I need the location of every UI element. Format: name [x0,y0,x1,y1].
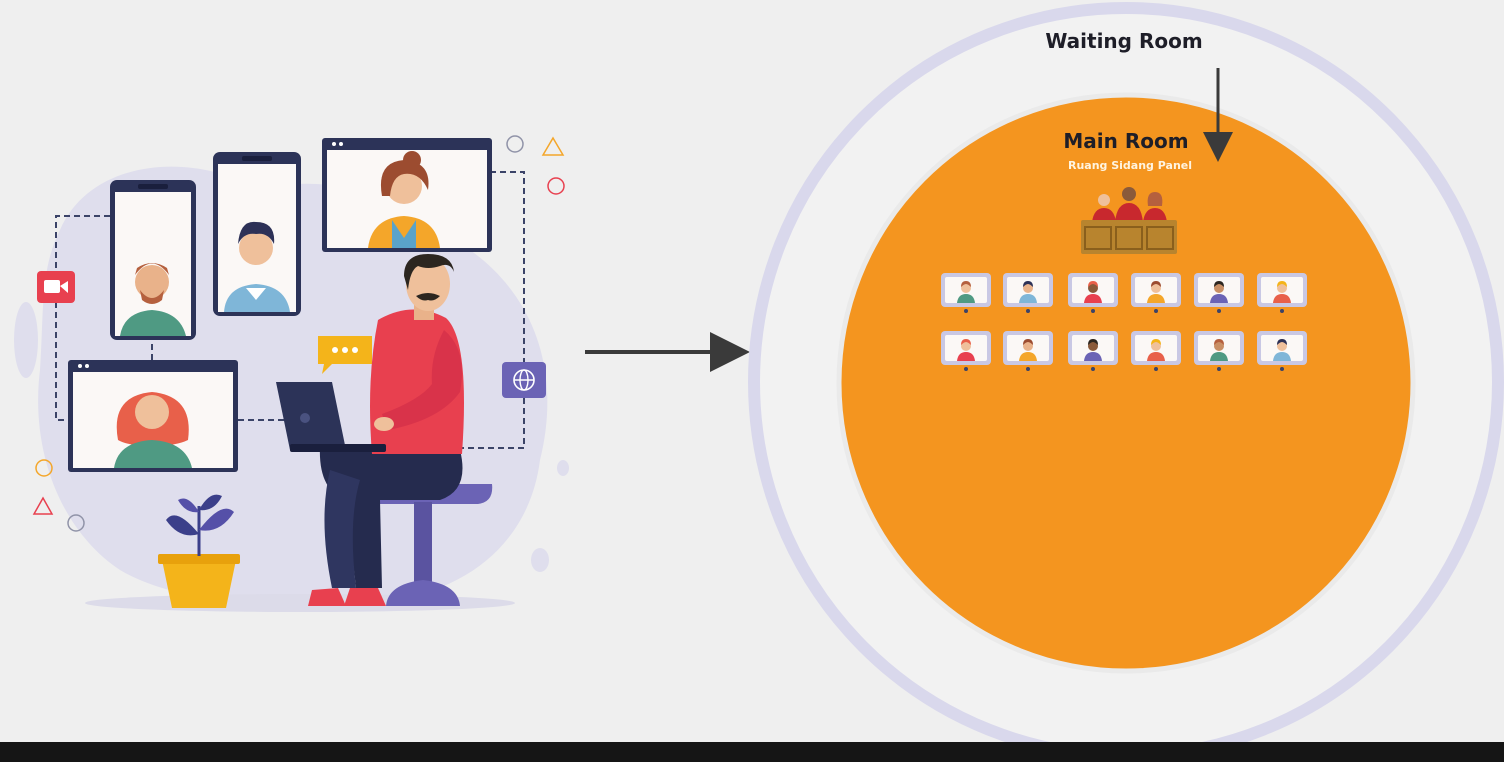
participant-tile [1068,331,1118,371]
participant-tile [941,331,991,371]
browser-participant-3 [322,138,492,252]
participant-tile [1131,331,1181,371]
participant-tile [1131,273,1181,313]
main-room-subtitle: Ruang Sidang Panel [1067,159,1193,172]
diagram-canvas [14,2,1504,762]
participant-tile [1257,331,1307,371]
video-camera-icon [37,271,75,303]
participant-tile [1003,273,1053,313]
phone-participant-2 [213,152,301,316]
participant-tile [1003,331,1053,371]
globe-icon [502,362,546,398]
main-room-circle [836,92,1416,674]
participant-tile [1194,331,1244,371]
main-room-title: Main Room [1063,129,1189,153]
participant-tile [1257,273,1307,313]
video-conference-illustration [14,135,569,612]
waiting-room-label: Waiting Room [1045,29,1203,53]
participant-tile [1194,273,1244,313]
browser-participant-4 [68,360,238,472]
phone-participant-1 [110,180,196,340]
participant-tile [941,273,991,313]
waiting-room-diagram [748,2,1504,762]
participant-tile [1068,273,1118,313]
bottom-bar [0,742,1504,762]
